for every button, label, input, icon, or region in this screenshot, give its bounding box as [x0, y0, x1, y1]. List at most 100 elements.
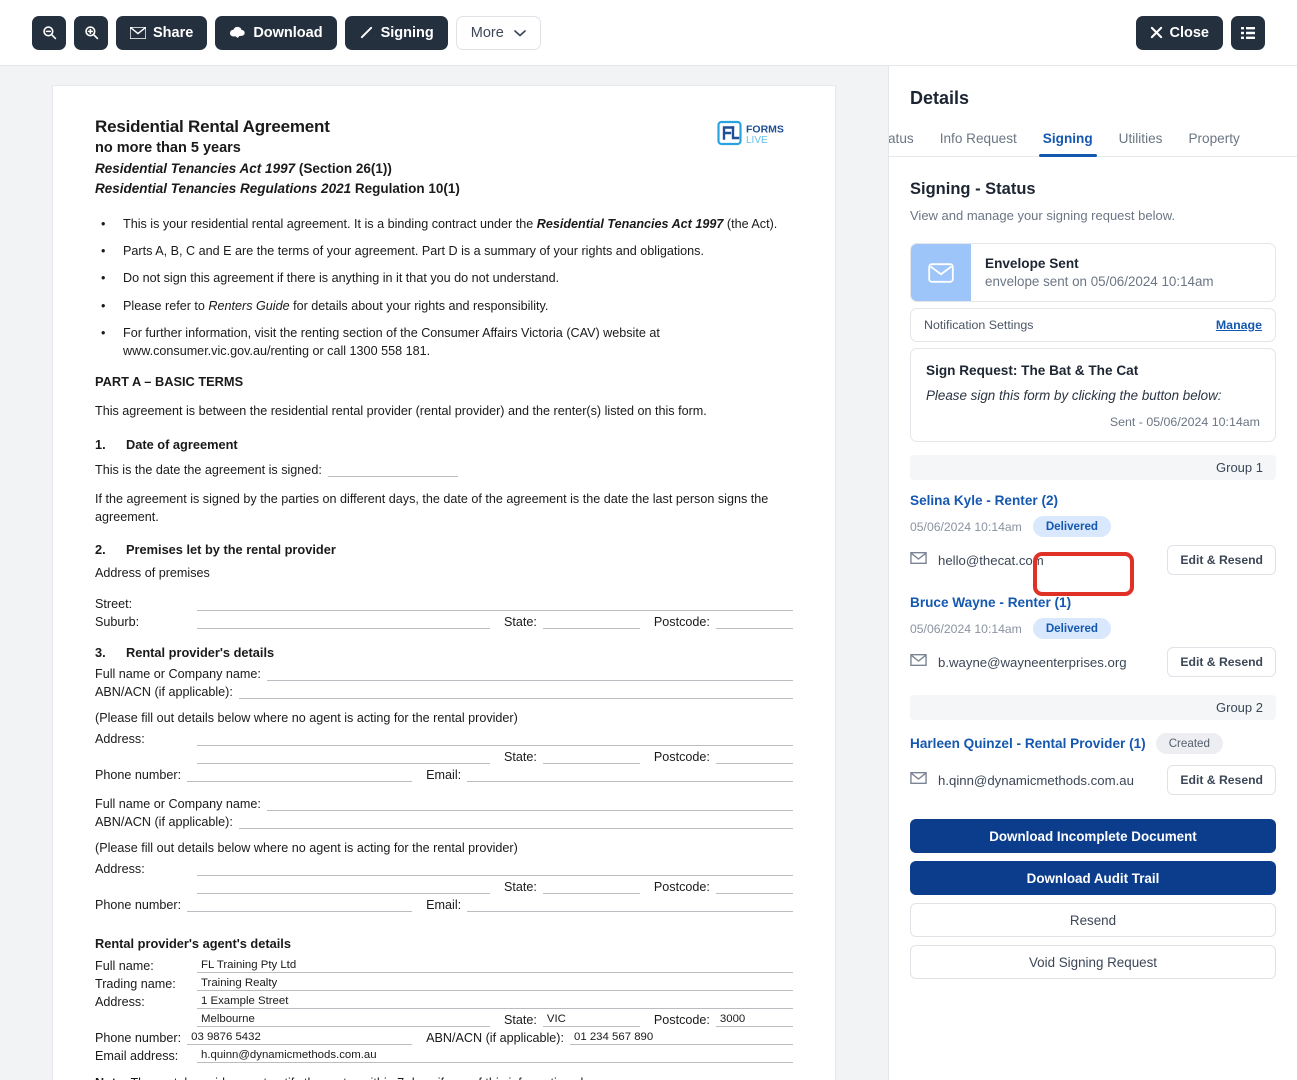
agent-postcode-input[interactable]: 3000 [715, 1013, 793, 1028]
void-signing-request-button[interactable]: Void Signing Request [910, 945, 1276, 979]
tab-property[interactable]: Property [1175, 123, 1252, 156]
mail-icon [910, 771, 927, 789]
zoom-in-button[interactable] [74, 15, 108, 50]
toolbar-left-group: Share Download Signing More [0, 15, 541, 50]
provider2-address2-row: State: Postcode: [95, 880, 793, 895]
recipient-email-row: b.wayne@wayneenterprises.org Edit & Rese… [910, 647, 1276, 677]
provider2-abn-input[interactable] [238, 815, 793, 830]
edit-and-resend-button[interactable]: Edit & Resend [1167, 545, 1276, 575]
more-button[interactable]: More [455, 15, 541, 50]
bullet-text-pre: This is your residential rental agreemen… [123, 216, 537, 231]
status-badge: Delivered [1032, 618, 1112, 639]
part-a-heading: PART A – BASIC TERMS [95, 374, 244, 390]
recipient-email: h.qinn@dynamicmethods.com.au [938, 772, 1134, 788]
provider1-state-input[interactable] [542, 750, 640, 765]
tab-signing[interactable]: Signing [1030, 123, 1106, 157]
agent-abn-input[interactable]: 01 234 567 890 [570, 1031, 793, 1046]
agent-state-input[interactable]: VIC [542, 1013, 640, 1028]
provider2-postcode-input[interactable] [715, 880, 793, 895]
agent-address-input[interactable]: 1 Example Street [197, 995, 793, 1010]
zoom-out-button[interactable] [32, 15, 66, 50]
agent-address-value: 1 Example Street [201, 995, 289, 1008]
manage-notifications-link[interactable]: Manage [1216, 318, 1262, 332]
provider1-address2-row: State: Postcode: [95, 750, 793, 765]
agent-suburb-input[interactable]: Melbourne [197, 1013, 490, 1028]
tab-status[interactable]: atus [889, 123, 927, 156]
document-viewer[interactable]: Residential Rental Agreement no more tha… [0, 66, 888, 1080]
recipient-name[interactable]: Selina Kyle - Renter (2) [910, 493, 1276, 508]
provider1-abn-row: ABN/ACN (if applicable): [95, 685, 793, 700]
street-input[interactable] [197, 597, 793, 612]
bullet-dot-icon: • [101, 244, 106, 259]
recipient-row: Selina Kyle - Renter (2) 05/06/2024 10:1… [910, 493, 1276, 596]
provider1-phone-input[interactable] [187, 768, 413, 783]
section-1-title: Date of agreement [126, 436, 238, 452]
envelope-status-card: Envelope Sent envelope sent on 05/06/202… [910, 243, 1276, 302]
agent-trading-label: Trading name: [95, 977, 176, 992]
tab-info-request[interactable]: Info Request [927, 123, 1030, 156]
sign-request-body: Please sign this form by clicking the bu… [926, 388, 1222, 403]
recipient-name[interactable]: Harleen Quinzel - Rental Provider (1) [910, 736, 1146, 751]
close-button[interactable]: Close [1135, 15, 1223, 50]
bullet-dot-icon: • [101, 298, 106, 313]
act-name: Residential Tenancies Act 1997 [95, 160, 296, 176]
bullet-dot-icon: • [101, 216, 106, 231]
abn-label: ABN/ACN (if applicable): [95, 815, 233, 830]
agent-phone-input[interactable]: 03 9876 5432 [187, 1031, 413, 1046]
state-input[interactable] [542, 615, 640, 630]
envelope-icon [911, 244, 971, 301]
bullet-text-italic: Renters Guide [208, 298, 290, 313]
download-button[interactable]: Download [215, 15, 337, 50]
top-toolbar: Share Download Signing More Close [0, 0, 1297, 66]
agent-suburb-value: Melbourne [201, 1013, 255, 1026]
provider2-fullname-row: Full name or Company name: [95, 797, 793, 812]
provider1-abn-input[interactable] [238, 685, 793, 700]
list-item: • Do not sign this agreement if there is… [95, 269, 793, 287]
list-item: • For further information, visit the ren… [95, 324, 793, 361]
date-signed-input[interactable] [327, 463, 458, 477]
date-signed-row: This is the date the agreement is signed… [95, 463, 793, 477]
provider1-fullname-row: Full name or Company name: [95, 667, 793, 682]
state-label: State: [504, 1013, 537, 1028]
provider2-fullname-input[interactable] [266, 797, 793, 812]
zoom-in-icon [84, 25, 99, 40]
agent-fullname-input[interactable]: FL Training Pty Ltd [197, 959, 793, 974]
section-2-title: Premises let by the rental provider [126, 542, 336, 558]
envelope-title: Envelope Sent [985, 256, 1079, 271]
recipient-row: Harleen Quinzel - Rental Provider (1) Cr… [910, 733, 1276, 795]
section-2-heading: 2. Premises let by the rental provider [95, 542, 793, 557]
provider1-email-input[interactable] [467, 768, 793, 783]
provider2-state-input[interactable] [542, 880, 640, 895]
suburb-input[interactable] [197, 615, 490, 630]
section-3-heading: 3. Rental provider's details [95, 645, 793, 660]
edit-and-resend-button[interactable]: Edit & Resend [1167, 765, 1276, 795]
edit-and-resend-button[interactable]: Edit & Resend [1167, 647, 1276, 677]
provider1-suburb-input[interactable] [197, 750, 490, 765]
tab-utilities[interactable]: Utilities [1106, 123, 1176, 156]
agent-email-input[interactable]: h.quinn@dynamicmethods.com.au [197, 1049, 793, 1064]
recipient-name[interactable]: Bruce Wayne - Renter (1) [910, 595, 1276, 610]
details-panel: Details atus Info Request Signing Utilit… [888, 66, 1297, 1080]
provider2-address-input[interactable] [197, 862, 793, 877]
resend-button[interactable]: Resend [910, 903, 1276, 937]
toggle-sidebar-button[interactable] [1231, 15, 1265, 50]
provider1-fullname-input[interactable] [266, 667, 793, 682]
list-icon [1240, 26, 1256, 40]
provider2-email-input[interactable] [467, 898, 793, 913]
agent-abn-value: 01 234 567 890 [574, 1031, 654, 1044]
provider1-address-input[interactable] [197, 732, 793, 747]
full-company-name-label: Full name or Company name: [95, 667, 261, 682]
provider2-phone-input[interactable] [187, 898, 413, 913]
provider1-postcode-input[interactable] [715, 750, 793, 765]
download-incomplete-document-button[interactable]: Download Incomplete Document [910, 819, 1276, 853]
section-1-note: If the agreement is signed by the partie… [95, 491, 769, 524]
provider2-suburb-input[interactable] [197, 880, 490, 895]
mail-icon [910, 653, 927, 671]
signing-button[interactable]: Signing [344, 15, 448, 50]
agent-fullname-row: Full name: FL Training Pty Ltd [95, 959, 793, 974]
download-audit-trail-button[interactable]: Download Audit Trail [910, 861, 1276, 895]
postcode-input[interactable] [715, 615, 793, 630]
agent-trading-input[interactable]: Training Realty [197, 977, 793, 992]
share-button[interactable]: Share [116, 15, 208, 50]
section-3-number: 3. [95, 645, 106, 661]
